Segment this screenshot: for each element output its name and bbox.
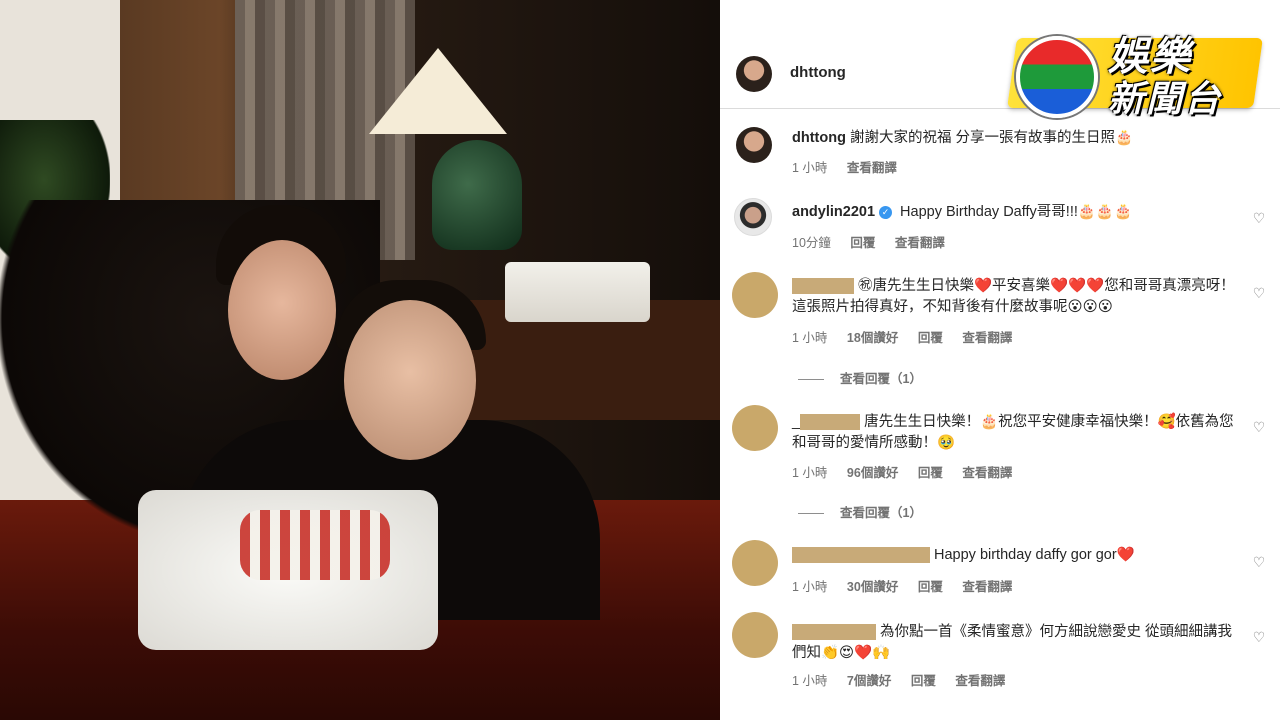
photo-person-right-face — [344, 300, 476, 460]
comment: _ 唐先生生日快樂！🎂祝您平安健康幸福快樂！🥰依舊為您和哥哥的愛情所感動！🥹 — [792, 412, 1242, 454]
like-count[interactable]: 96個讚好 — [847, 466, 898, 480]
heart-icon[interactable]: ♡ — [1252, 630, 1266, 644]
comment-meta: 1 小時 7個讚好 回覆 查看翻譯 — [792, 670, 1021, 689]
see-translation-button[interactable]: 查看翻譯 — [962, 466, 1012, 480]
redacted-username — [800, 414, 861, 431]
heart-icon[interactable]: ♡ — [1252, 555, 1266, 569]
photo-lampshade — [369, 48, 507, 134]
photo-fax-machine — [505, 262, 650, 322]
comment-time[interactable]: 1 小時 — [792, 331, 827, 345]
comment-time[interactable]: 1 小時 — [792, 674, 827, 688]
divider-line — [798, 379, 824, 381]
comment-prefix: _ — [792, 414, 801, 430]
view-replies-button[interactable]: 查看回覆（1） — [798, 502, 922, 521]
comment-time[interactable]: 10分鐘 — [792, 236, 831, 250]
redacted-username — [792, 547, 930, 564]
header-username[interactable]: dhttong — [790, 64, 846, 81]
reply-button[interactable]: 回覆 — [850, 236, 875, 250]
tvb-news-logo: 娛樂 新聞台 — [1007, 24, 1263, 120]
comment-meta: 1 小時 查看翻譯 — [792, 157, 913, 176]
redacted-username — [792, 278, 854, 295]
comment: Happy birthday daffy gor gor❤️ — [792, 545, 1242, 566]
comment: andylin2201 ✓ Happy Birthday Daffy哥哥!!!🎂🎂… — [792, 202, 1232, 223]
photo-person-left-face — [228, 240, 336, 380]
comment-meta: 1 小時 96個讚好 回覆 查看翻譯 — [792, 462, 1028, 481]
comment-meta: 1 小時 18個讚好 回覆 查看翻譯 — [792, 327, 1028, 346]
avatar[interactable] — [736, 127, 772, 163]
photo-cake-strawberries — [240, 510, 390, 580]
comment-text: ㊗唐先生生日快樂❤️平安喜樂❤️❤️❤️您和哥哥真漂亮呀！這張照片拍得真好，不知… — [792, 278, 1235, 315]
comment-time[interactable]: 1 小時 — [792, 161, 827, 175]
avatar[interactable] — [734, 198, 772, 236]
see-translation-button[interactable]: 查看翻譯 — [847, 161, 897, 175]
like-count[interactable]: 30個讚好 — [847, 580, 898, 594]
view-replies-label: 查看回覆（1） — [840, 372, 922, 386]
avatar[interactable] — [732, 612, 778, 658]
view-replies-button[interactable]: 查看回覆（1） — [798, 368, 922, 387]
see-translation-button[interactable]: 查看翻譯 — [895, 236, 945, 250]
caption: dhttong 謝謝大家的祝福 分享一張有故事的生日照🎂 — [792, 128, 1232, 149]
tvb-logo-icon — [1016, 36, 1098, 118]
verified-badge-icon: ✓ — [879, 206, 893, 219]
comment-username[interactable]: dhttong — [792, 130, 846, 146]
divider-line — [798, 513, 824, 515]
comment: 為你點一首《柔情蜜意》何方細說戀愛史 從頭細細講我們知👏😍❤️🙌 — [792, 622, 1242, 664]
like-count[interactable]: 7個讚好 — [847, 674, 891, 688]
avatar[interactable] — [736, 56, 772, 92]
avatar[interactable] — [732, 405, 778, 451]
comment-meta: 10分鐘 回覆 查看翻譯 — [792, 232, 961, 251]
reply-button[interactable]: 回覆 — [918, 331, 943, 345]
comment-time[interactable]: 1 小時 — [792, 580, 827, 594]
see-translation-button[interactable]: 查看翻譯 — [955, 674, 1005, 688]
see-translation-button[interactable]: 查看翻譯 — [962, 580, 1012, 594]
heart-icon[interactable]: ♡ — [1252, 420, 1266, 434]
photo-lamp-base — [432, 140, 522, 250]
avatar[interactable] — [732, 272, 778, 318]
comment-text: Happy Birthday Daffy哥哥!!!🎂🎂🎂 — [900, 204, 1133, 220]
comment-username[interactable]: andylin2201 — [792, 204, 875, 220]
heart-icon[interactable]: ♡ — [1252, 211, 1266, 225]
logo-text-line2: 新聞台 — [1108, 79, 1223, 120]
view-replies-label: 查看回覆（1） — [840, 506, 922, 520]
comment-text: Happy birthday daffy gor gor❤️ — [934, 547, 1135, 563]
see-translation-button[interactable]: 查看翻譯 — [962, 331, 1012, 345]
like-count[interactable]: 18個讚好 — [847, 331, 898, 345]
comment-text: 謝謝大家的祝福 分享一張有故事的生日照🎂 — [849, 130, 1134, 146]
heart-icon[interactable]: ♡ — [1252, 286, 1266, 300]
avatar[interactable] — [732, 540, 778, 586]
reply-button[interactable]: 回覆 — [911, 674, 936, 688]
post-photo[interactable] — [0, 0, 720, 720]
comment-meta: 1 小時 30個讚好 回覆 查看翻譯 — [792, 576, 1028, 595]
reply-button[interactable]: 回覆 — [918, 466, 943, 480]
comment-time[interactable]: 1 小時 — [792, 466, 827, 480]
reply-button[interactable]: 回覆 — [918, 580, 943, 594]
comment: ㊗唐先生生日快樂❤️平安喜樂❤️❤️❤️您和哥哥真漂亮呀！這張照片拍得真好，不知… — [792, 276, 1242, 318]
redacted-username — [792, 624, 876, 641]
